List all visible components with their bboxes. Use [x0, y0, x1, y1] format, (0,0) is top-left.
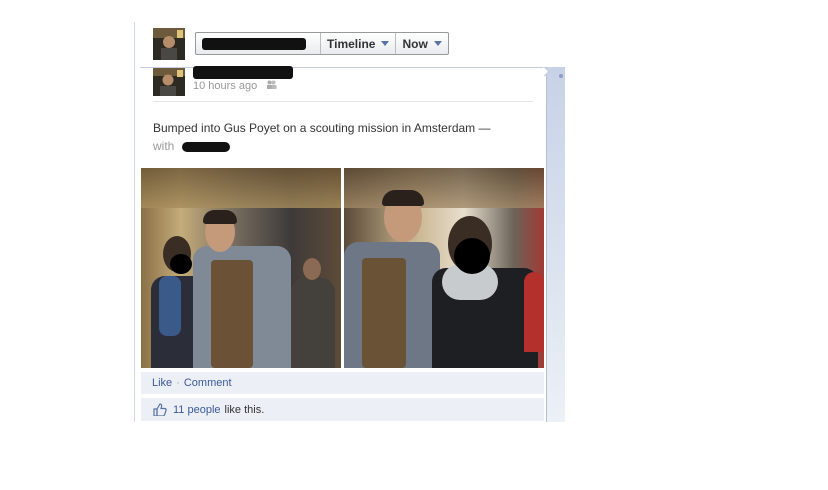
photo-person-hair	[382, 190, 424, 206]
photo-background-person	[524, 272, 544, 352]
redacted-tagged-friend[interactable]	[181, 141, 230, 152]
profile-avatar[interactable]	[153, 28, 185, 60]
timeline-controls: Timeline Now	[195, 32, 449, 55]
redacted-face	[454, 238, 490, 274]
post-timestamp[interactable]: 10 hours ago	[193, 80, 257, 92]
timeline-line	[134, 22, 135, 422]
likers-link[interactable]: 11 people	[173, 404, 221, 416]
redacted-face	[170, 254, 192, 274]
photo-scarf	[159, 276, 181, 336]
post-actions: Like · Comment	[141, 372, 544, 394]
photo-sweater	[362, 258, 406, 368]
divider	[153, 101, 533, 102]
like-link[interactable]: Like	[152, 377, 172, 389]
timeline-label: Timeline	[327, 36, 376, 51]
timeline-dropdown[interactable]: Timeline	[320, 33, 395, 54]
photo-left[interactable]	[141, 168, 341, 368]
likes-summary: 11 people like this.	[141, 398, 544, 421]
photo-ceiling	[141, 168, 341, 208]
author-avatar[interactable]	[153, 68, 185, 96]
thumbs-up-icon	[153, 403, 167, 416]
profile-name-button[interactable]	[196, 33, 320, 54]
redacted-author-name[interactable]	[193, 66, 293, 79]
likes-suffix: like this.	[224, 403, 265, 416]
status-message: Bumped into Gus Poyet on a scouting miss…	[153, 119, 533, 155]
photo-sweater	[211, 260, 253, 368]
with-label: with	[153, 139, 175, 153]
photo-right[interactable]	[344, 168, 544, 368]
now-label: Now	[402, 36, 428, 51]
comment-link[interactable]: Comment	[184, 377, 232, 389]
timeline-dot	[559, 74, 563, 78]
timeline-rail	[546, 67, 565, 422]
post-meta: 10 hours ago	[193, 80, 277, 92]
status-text: Bumped into Gus Poyet on a scouting miss…	[153, 121, 491, 135]
redacted-name	[202, 37, 306, 50]
photo-ceiling	[344, 168, 544, 208]
chevron-down-icon	[433, 41, 442, 46]
photo-person-hair	[203, 210, 237, 224]
photo-background-head	[303, 258, 321, 280]
photo-background-person	[291, 278, 335, 368]
chevron-down-icon	[381, 41, 390, 46]
action-separator: ·	[176, 377, 180, 389]
friends-audience-icon[interactable]	[266, 80, 277, 92]
now-dropdown[interactable]: Now	[395, 33, 447, 54]
tagged-with: with	[153, 139, 230, 153]
